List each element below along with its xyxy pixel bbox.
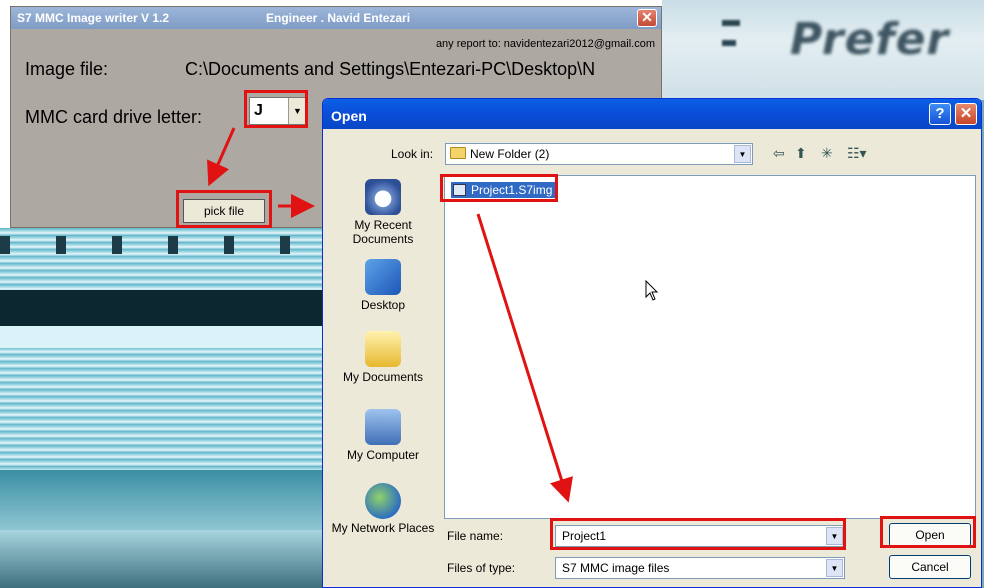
places-bar: My Recent Documents Desktop My Documents… (329, 175, 437, 555)
recent-documents-icon (365, 179, 401, 215)
image-file-path: C:\Documents and Settings\Entezari-PC\De… (185, 59, 596, 79)
up-folder-icon[interactable]: ⬆ (795, 145, 807, 162)
app-title: S7 MMC Image writer V 1.2 (17, 11, 170, 25)
new-folder-icon[interactable]: ✳ (821, 145, 833, 162)
my-documents-icon (365, 331, 401, 367)
chevron-down-icon[interactable]: ▼ (826, 527, 843, 545)
look-in-combobox[interactable]: New Folder (2) ▼ (445, 143, 753, 165)
drive-letter-value: J (254, 102, 263, 119)
app-title-bar[interactable]: S7 MMC Image writer V 1.2 Engineer . Nav… (11, 7, 661, 29)
image-file-icon (453, 184, 466, 196)
place-my-documents[interactable]: My Documents (329, 331, 437, 384)
place-label: My Documents (342, 370, 424, 384)
open-dialog: Open ? ✕ Look in: New Folder (2) ▼ ⇦ ⬆ ✳… (322, 98, 982, 588)
dialog-title-bar[interactable]: Open ? ✕ (323, 99, 981, 129)
file-name-value: Project1 (562, 529, 607, 543)
file-name: Project1.S7img (471, 183, 553, 197)
chevron-down-icon[interactable]: ▼ (288, 98, 306, 124)
list-item[interactable]: Project1.S7img (451, 182, 556, 198)
file-type-value: S7 MMC image files (562, 561, 670, 575)
open-button[interactable]: Open (889, 523, 971, 547)
place-label: Desktop (360, 298, 406, 312)
view-menu-icon[interactable]: ☷▾ (847, 145, 867, 162)
background-teal-band (0, 470, 326, 530)
chevron-down-icon[interactable]: ▼ (734, 145, 751, 163)
image-file-label: Image file: (25, 59, 109, 79)
background-bottom-band (0, 530, 326, 588)
background-dashes (0, 236, 326, 254)
folder-icon (450, 147, 466, 159)
back-arrow-icon[interactable]: ⇦ (773, 145, 785, 162)
file-name-label: File name: (447, 529, 504, 543)
look-in-value-wrap: New Folder (2) (446, 147, 734, 161)
mouse-cursor-icon (645, 280, 659, 301)
place-label: My Recent Documents (352, 218, 414, 246)
place-network[interactable]: My Network Places (329, 483, 437, 535)
app-author: Engineer . Navid Entezari (266, 11, 411, 25)
place-label: My Network Places (331, 521, 435, 535)
report-contact: any report to: navidentezari2012@gmail.c… (435, 38, 655, 50)
background-mark (722, 40, 736, 46)
desktop-icon (365, 259, 401, 295)
app-close-button[interactable]: ✕ (637, 9, 657, 27)
mmc-drive-label: MMC card drive letter: (25, 107, 203, 127)
file-type-label: Files of type: (447, 561, 516, 575)
dialog-close-button[interactable]: ✕ (955, 103, 977, 125)
background-text-fragment: Prefer (790, 14, 950, 65)
pick-file-button[interactable]: pick file (183, 199, 265, 223)
drive-letter-select[interactable]: J ▼ (249, 97, 307, 125)
place-label: My Computer (346, 448, 420, 462)
chevron-down-icon[interactable]: ▼ (826, 559, 843, 577)
file-list[interactable]: Project1.S7img (444, 175, 976, 519)
network-places-icon (365, 483, 401, 519)
background-light-band (0, 326, 326, 348)
file-type-select[interactable]: S7 MMC image files ▼ (555, 557, 845, 579)
background-mark (722, 20, 740, 26)
place-desktop[interactable]: Desktop (329, 259, 437, 312)
help-button[interactable]: ? (929, 103, 951, 125)
file-name-input[interactable]: Project1 ▼ (555, 525, 845, 547)
dialog-title: Open (331, 108, 367, 124)
cancel-button[interactable]: Cancel (889, 555, 971, 579)
look-in-label: Look in: (391, 147, 434, 161)
place-my-computer[interactable]: My Computer (329, 409, 437, 462)
place-recent-documents[interactable]: My Recent Documents (329, 179, 437, 246)
look-in-value: New Folder (2) (470, 147, 550, 161)
background-dark-band (0, 290, 326, 326)
my-computer-icon (365, 409, 401, 445)
